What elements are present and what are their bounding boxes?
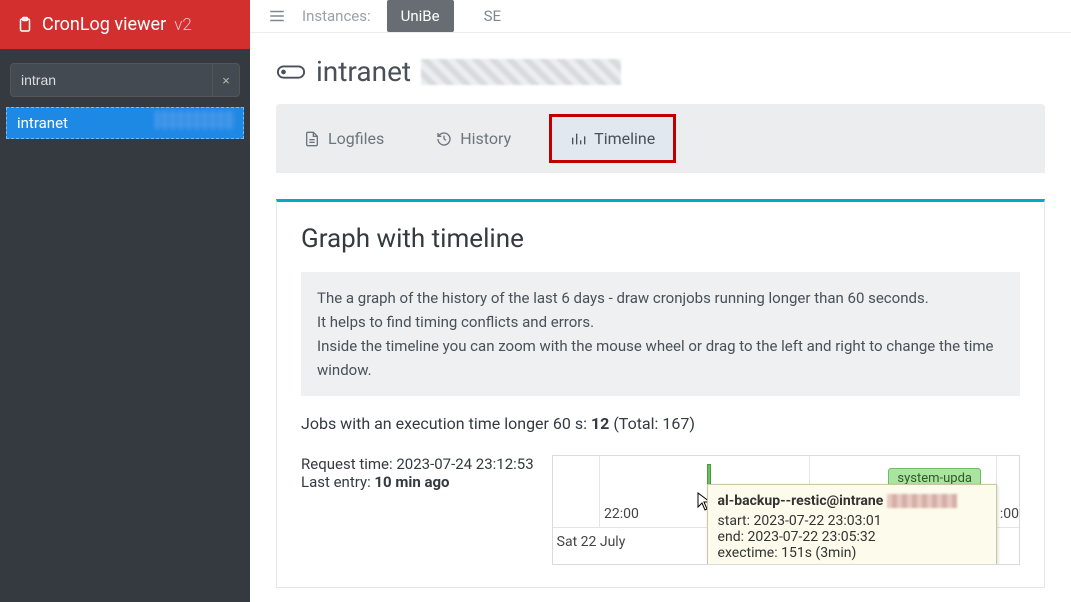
sidebar-item-label: intranet <box>17 114 68 132</box>
tab-timeline[interactable]: Timeline <box>549 114 676 163</box>
date-label: Sat 22 July <box>557 534 626 550</box>
instance-tab-unibe[interactable]: UniBe <box>387 0 454 32</box>
tabs: Logfiles History Timeline <box>276 104 1045 173</box>
tab-logfiles[interactable]: Logfiles <box>290 119 398 158</box>
instance-tab-se[interactable]: SE <box>470 0 515 32</box>
redacted-text <box>421 59 621 85</box>
request-info: Request time: 2023-07-24 23:12:53 Last e… <box>301 455 534 491</box>
jobs-meta: Jobs with an execution time longer 60 s:… <box>301 414 1020 433</box>
tick-label-partial: :00 <box>1000 506 1019 522</box>
panel: Graph with timeline The a graph of the h… <box>276 199 1045 588</box>
tab-history[interactable]: History <box>422 119 525 158</box>
redacted-text <box>887 494 957 508</box>
timeline-chart[interactable]: system-upda 22:00 :00 al-backup--restic@… <box>552 455 1020 565</box>
brand-name: CronLog viewer <box>42 14 166 35</box>
sidebar-item-intranet[interactable]: intranet <box>6 107 244 139</box>
search-clear-button[interactable]: × <box>213 63 240 97</box>
page-title-text: intranet <box>316 55 411 88</box>
panel-heading: Graph with timeline <box>301 224 1020 254</box>
search-input[interactable] <box>10 63 213 97</box>
tick-label: 22:00 <box>604 506 639 522</box>
menu-toggle-icon[interactable] <box>268 7 286 25</box>
redacted-text <box>155 111 235 129</box>
brand: CronLog viewer v2 <box>0 0 250 49</box>
chart-icon <box>570 131 586 147</box>
drive-icon <box>276 60 306 84</box>
info-box: The a graph of the history of the last 6… <box>301 272 1020 396</box>
history-icon <box>436 131 452 147</box>
page-title: intranet <box>276 55 1045 88</box>
timeline-tooltip: al-backup--restic@intrane start: 2023-07… <box>707 484 997 565</box>
clipboard-icon <box>16 16 34 34</box>
search: × <box>10 63 240 97</box>
instances-label: Instances: <box>302 7 371 25</box>
brand-version: v2 <box>174 15 192 35</box>
file-icon <box>304 131 320 147</box>
